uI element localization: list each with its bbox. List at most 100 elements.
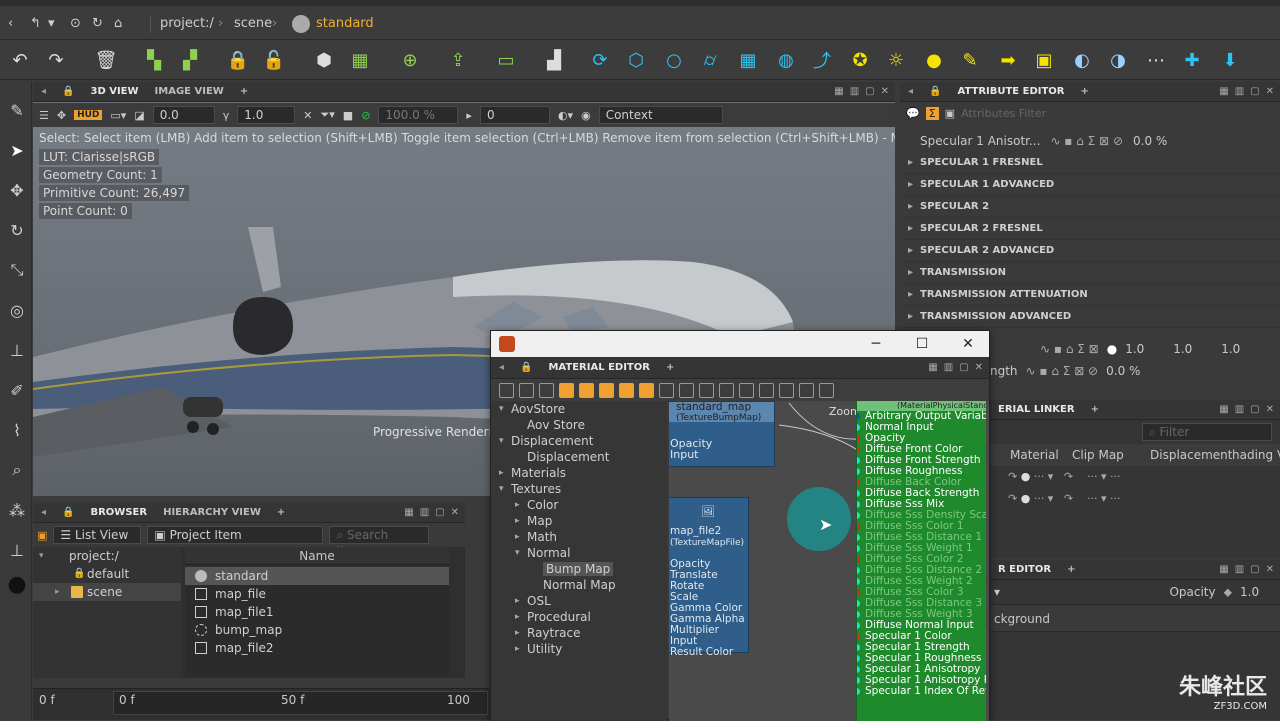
comment-icon[interactable]: 💬 — [906, 107, 920, 120]
input-port[interactable]: Specular 1 Roughness — [857, 653, 986, 664]
map-file-node[interactable]: 🖼 map_file2 (TextureMapFile) Opacity Trans… — [669, 497, 749, 658]
env-icon[interactable]: ◑ — [1104, 46, 1132, 74]
gamma-icon[interactable]: γ — [223, 109, 230, 122]
panel-menu-icon[interactable]: ◂ — [33, 503, 54, 523]
attr-value[interactable]: 0.0 % — [1106, 364, 1140, 378]
input-port[interactable]: Specular 1 Anisotropy — [857, 664, 986, 675]
paint-icon[interactable]: ✎ — [5, 98, 29, 122]
material-node[interactable]: (MaterialPhysicalStand Arbitrary Output … — [856, 401, 986, 721]
measure-icon[interactable]: ⊥ — [5, 538, 29, 562]
expand-icon[interactable]: ▸ — [515, 609, 520, 625]
tab-image-view[interactable]: IMAGE VIEW — [147, 82, 232, 102]
display-icon[interactable]: ▭▾ — [110, 109, 126, 122]
section-specular-2[interactable]: SPECULAR 2 — [900, 196, 1280, 218]
back-icon[interactable]: ‹ — [8, 14, 13, 34]
panel-split-icon[interactable]: ▥ — [944, 362, 953, 373]
input-port[interactable]: Specular 1 Anisotropy Ro — [857, 675, 986, 686]
linker-row[interactable]: ↷ ● ··· ▾ ↷ ··· ▾ ··· — [990, 466, 1280, 488]
expand-icon[interactable]: ▾ — [39, 547, 51, 561]
up-icon[interactable]: ↰ — [30, 14, 41, 34]
frame-icon[interactable]: ▸ — [466, 109, 472, 122]
vec-x[interactable]: 1.0 — [1125, 342, 1165, 356]
exposure-field[interactable]: 0.0 — [152, 106, 215, 124]
library-item[interactable]: ▸ Utility — [491, 641, 667, 657]
exposure-icon[interactable]: ◪ — [134, 109, 144, 122]
port-dot-icon[interactable] — [857, 556, 860, 563]
list-item[interactable]: map_file2 — [185, 639, 449, 657]
export-icon[interactable]: ⇪ — [444, 46, 472, 74]
snap-icon[interactable] — [719, 382, 734, 398]
input-port[interactable]: Normal Input — [857, 422, 986, 433]
bump-map-node[interactable]: standard_map (TextureBumpMap) Opacity Inpu… — [669, 401, 775, 467]
port-dot-icon[interactable] — [857, 611, 860, 618]
library-item[interactable]: ▸ Procedural — [491, 609, 667, 625]
tree-item-scene[interactable]: ▸ scene — [33, 583, 181, 601]
sculpt-icon[interactable]: ⌇ — [5, 418, 29, 442]
move-icon[interactable]: ✥ — [5, 178, 29, 202]
input-port[interactable]: Diffuse Normal Input — [857, 620, 986, 631]
panel-close-icon[interactable]: ✕ — [451, 507, 459, 518]
port-dot-icon[interactable] — [857, 490, 860, 497]
expand-icon[interactable]: ▸ — [515, 625, 520, 641]
library-item[interactable]: Normal Map — [491, 577, 667, 593]
library-item[interactable]: ▸ Color — [491, 497, 667, 513]
shape-preview-icon[interactable] — [599, 382, 614, 398]
home-icon[interactable]: ⌂ — [114, 14, 122, 34]
lock-icon[interactable]: 🔒 — [54, 82, 82, 102]
lock-icon[interactable]: 🔒 — [54, 503, 82, 523]
input-port[interactable]: Diffuse Sss Distance 3 — [857, 598, 986, 609]
panel-max-icon[interactable]: ▢ — [435, 507, 444, 518]
library-item[interactable]: Displacement — [491, 449, 667, 465]
panel-close-icon[interactable]: ✕ — [881, 86, 889, 97]
panel-close-icon[interactable]: ✕ — [975, 362, 983, 373]
cube-preview-icon[interactable] — [619, 382, 634, 398]
port-dot-icon[interactable] — [857, 534, 860, 541]
down-icon[interactable]: ⬇ — [1216, 46, 1244, 74]
window-titlebar[interactable]: ─ ☐ ✕ — [491, 331, 989, 357]
port-dot-icon[interactable] — [857, 479, 860, 486]
lock-icon[interactable]: 🔒 — [224, 46, 252, 74]
eye-icon[interactable]: ◉ — [581, 109, 591, 122]
attr-icons[interactable]: ∿ ▪ ⌂ Σ ⊠ ⊘ — [1050, 134, 1123, 148]
brush-icon[interactable]: ✐ — [5, 378, 29, 402]
port-dot-icon[interactable] — [857, 633, 860, 640]
expand-icon[interactable]: ▾ — [499, 401, 504, 417]
port-dot-icon[interactable] — [857, 655, 860, 662]
sigma-icon[interactable]: Σ — [925, 106, 939, 120]
tab-material-editor[interactable]: MATERIAL EDITOR — [540, 358, 657, 378]
library-item[interactable]: ▾ AovStore — [491, 401, 667, 417]
stamp-icon[interactable]: ⊥ — [5, 338, 29, 362]
input-port[interactable]: Arbitrary Output Variab — [857, 411, 986, 422]
fit-icon[interactable] — [539, 382, 554, 398]
expand-icon[interactable]: ▾ — [499, 433, 504, 449]
shading-icon[interactable]: ◐▾ — [558, 109, 573, 122]
refresh-icon[interactable] — [779, 382, 794, 398]
port-dot-icon[interactable] — [857, 424, 860, 431]
attr-filter-input[interactable]: Attributes Filter — [961, 107, 1046, 120]
globe-icon[interactable]: ◍ — [772, 46, 800, 74]
box-icon[interactable]: ⬢ — [310, 46, 338, 74]
connect-icon[interactable] — [679, 382, 694, 398]
input-port[interactable]: Diffuse Back Strength — [857, 488, 986, 499]
frame-icon[interactable] — [519, 382, 534, 398]
library-item[interactable]: ▸ Map — [491, 513, 667, 529]
tree-item-default[interactable]: 🔒 default — [33, 565, 181, 583]
undo-icon[interactable] — [799, 382, 814, 398]
library-item[interactable]: ▾ Textures — [491, 481, 667, 497]
section-transmission-advanced[interactable]: TRANSMISSION ADVANCED — [900, 306, 1280, 328]
tab-editor[interactable]: R EDITOR — [990, 560, 1059, 580]
port-dot-icon[interactable] — [857, 567, 860, 574]
dome-icon[interactable]: ◐ — [1068, 46, 1096, 74]
attr-icons[interactable]: ∿ ▪ ⌂ Σ ⊠ ⊘ — [1026, 364, 1099, 378]
col-clip-map[interactable]: Clip Map — [1072, 448, 1150, 462]
panel-close-icon[interactable]: ✕ — [1266, 404, 1274, 415]
port-dot-icon[interactable] — [857, 413, 860, 420]
panel-split-icon[interactable]: ▥ — [850, 86, 859, 97]
light-icon[interactable]: ⤴ — [808, 46, 836, 74]
expand-icon[interactable]: ▸ — [515, 593, 520, 609]
sphere-icon[interactable]: ○ — [660, 46, 688, 74]
library-item[interactable]: Bump Map — [491, 561, 667, 577]
gamma-field[interactable]: 1.0 — [237, 106, 296, 124]
port-dot-icon[interactable] — [857, 677, 860, 684]
scale-icon[interactable]: ⤡ — [5, 258, 29, 282]
